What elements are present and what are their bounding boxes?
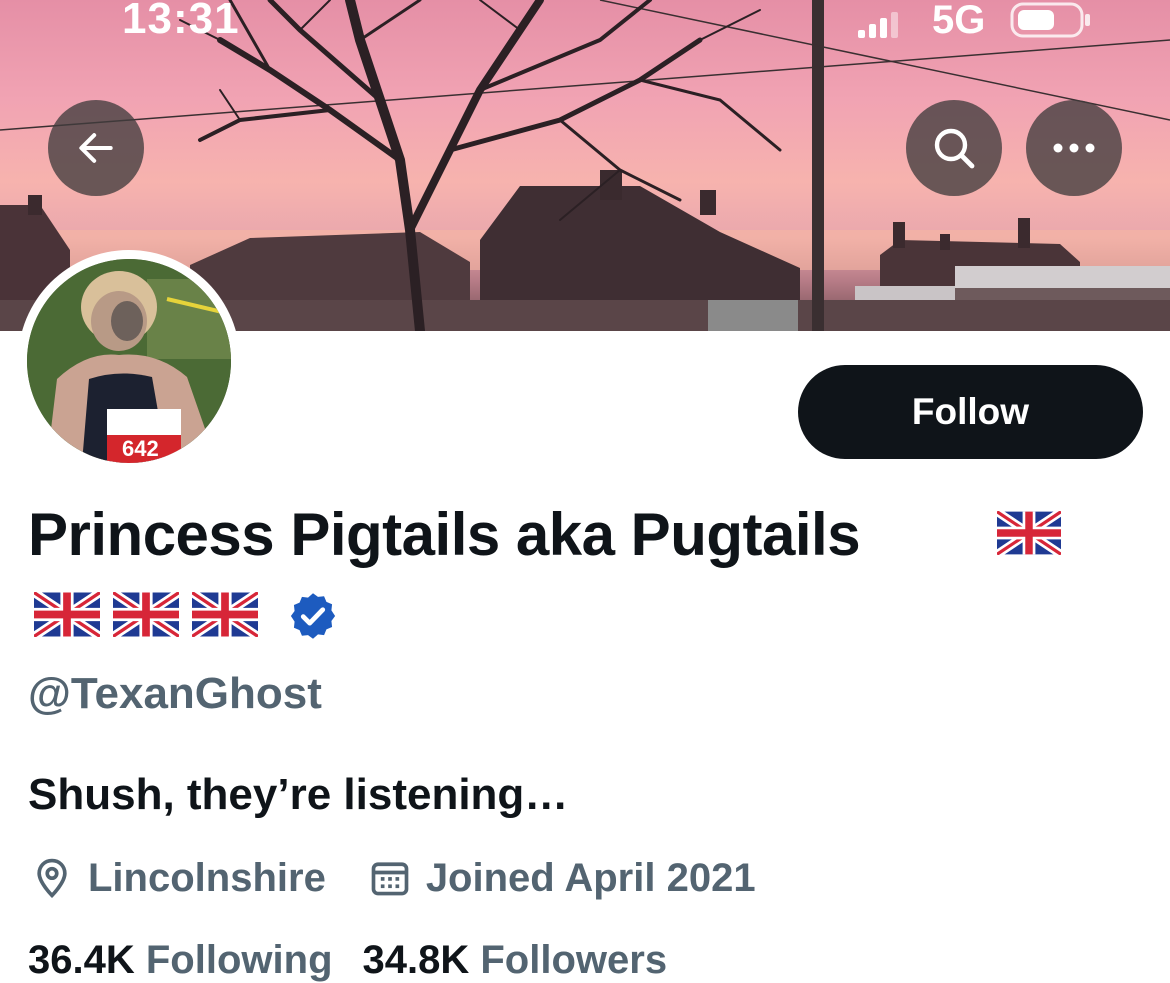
network-type: 5G — [932, 0, 986, 42]
followers-link[interactable]: 34.8K Followers — [363, 938, 668, 982]
verified-badge-icon[interactable] — [287, 590, 339, 642]
avatar-image — [27, 259, 231, 463]
location-pin-icon — [37, 858, 67, 899]
profile-avatar[interactable]: 642 — [18, 250, 240, 472]
calendar-icon — [371, 862, 409, 896]
name-emoji-row — [34, 592, 271, 637]
joined-item: Joined April 2021 — [368, 856, 756, 901]
status-time: 13:31 — [122, 0, 240, 43]
location-text: Lincolnshire — [88, 855, 326, 900]
profile-meta: Lincolnshire Joined April 2021 — [30, 852, 798, 904]
back-button[interactable] — [48, 100, 144, 196]
uk-flag-icon — [113, 592, 179, 637]
display-name: Princess Pigtails aka Pugtails — [28, 501, 861, 568]
profile-bio: Shush, they’re listening… — [28, 770, 569, 819]
following-link[interactable]: 36.4K Following — [28, 938, 333, 982]
followers-count: 34.8K — [362, 938, 470, 982]
following-label: Following — [145, 938, 333, 982]
follow-stats: 36.4K Following 34.8K Followers — [28, 938, 697, 983]
more-horizontal-icon — [1053, 143, 1095, 153]
profile-handle: @TexanGhost — [28, 669, 322, 718]
uk-flag-icon — [192, 592, 258, 637]
followers-label: Followers — [480, 938, 668, 982]
following-count: 36.4K — [28, 938, 135, 982]
battery-icon — [1010, 2, 1090, 38]
location-item: Lincolnshire — [30, 856, 326, 901]
more-options-button[interactable] — [1026, 100, 1122, 196]
arrow-left-icon — [79, 133, 113, 163]
uk-flag-icon — [34, 592, 100, 637]
search-button[interactable] — [906, 100, 1002, 196]
avatar-bib-number: 642 — [122, 436, 159, 461]
avatar-photo — [27, 259, 231, 463]
joined-text: Joined April 2021 — [425, 855, 756, 900]
follow-button[interactable]: Follow — [798, 365, 1143, 459]
status-bar: 13:31 5G — [0, 0, 1170, 50]
cellular-signal-icon — [858, 12, 898, 38]
uk-flag-icon — [997, 511, 1061, 555]
search-icon — [934, 128, 975, 169]
